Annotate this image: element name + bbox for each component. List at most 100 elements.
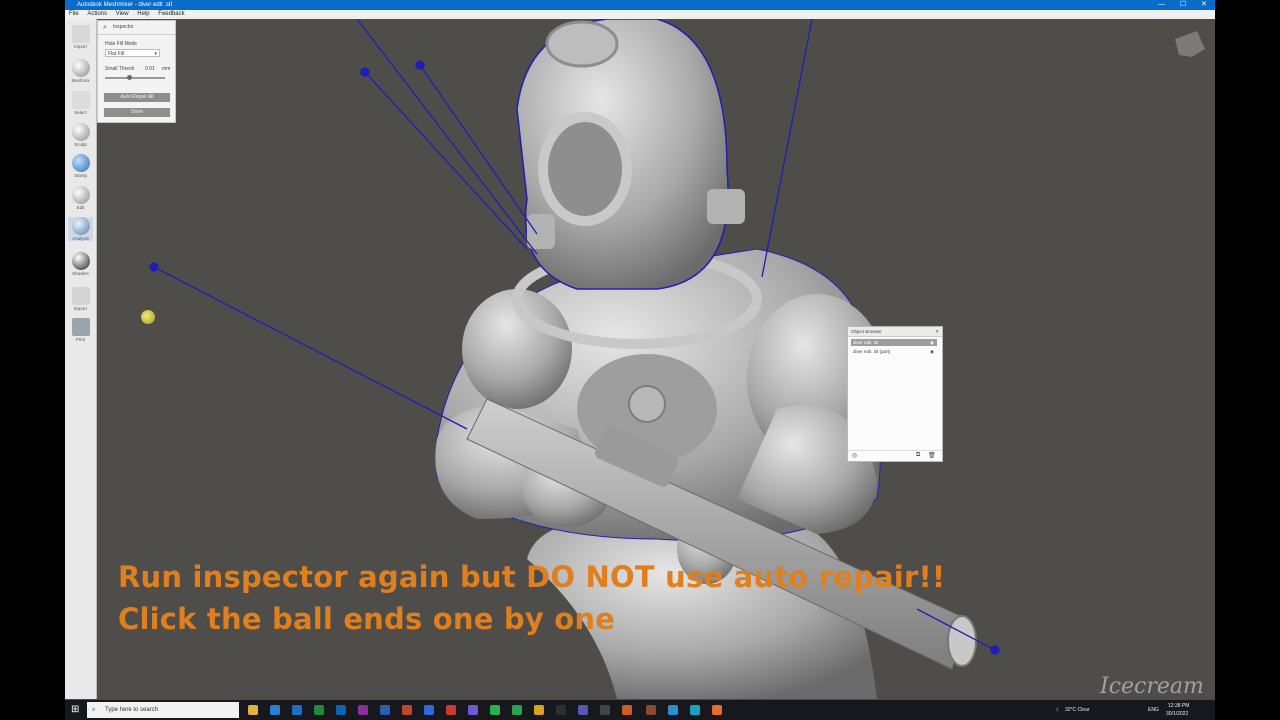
small-thresh-unit: mm <box>162 66 171 72</box>
hole-fill-value: Flat Fill <box>108 51 125 57</box>
tool-stamp[interactable]: Stamp <box>68 154 93 178</box>
duplicate-icon[interactable]: ⧉ <box>916 452 920 459</box>
onenote-icon[interactable] <box>358 705 368 715</box>
tool-analysis[interactable]: Analysis <box>68 217 93 241</box>
slides-icon[interactable] <box>622 705 632 715</box>
menu-feedback[interactable]: Feedback <box>158 11 184 17</box>
analysis-icon <box>71 217 90 235</box>
tool-label: Analysis <box>72 236 89 241</box>
language-indicator[interactable]: ENG <box>1148 700 1159 720</box>
object-browser-panel: Object Browser ✕ diver edit .stl ◉ diver… <box>847 326 943 462</box>
trash-icon[interactable]: 🗑 <box>928 452 936 459</box>
small-thresh-slider[interactable] <box>105 75 165 80</box>
menu-view[interactable]: View <box>116 11 129 17</box>
helmet-bolt-left <box>527 214 555 249</box>
word-icon[interactable] <box>380 705 390 715</box>
viber-icon[interactable] <box>468 705 478 715</box>
tool-label: Meshmix <box>71 78 90 83</box>
windows-taskbar: ⊞ ⌕ Type here to search ☾ 32°C Clear ENG… <box>65 700 1215 720</box>
helmet-window <box>538 112 632 226</box>
tool-sculpt[interactable]: Sculpt <box>68 123 93 147</box>
search-placeholder: Type here to search <box>105 707 159 713</box>
tool-shaders[interactable]: Shaders <box>68 252 93 276</box>
close-button[interactable]: ✕ <box>1201 0 1207 10</box>
inspector-panel: ⌕ Inspector Hole Fill Mode Flat Fill ▾ S… <box>97 20 176 123</box>
file-explorer-icon[interactable] <box>248 705 258 715</box>
powerpoint-icon[interactable] <box>402 705 412 715</box>
inspector-header: ⌕ Inspector <box>98 21 175 35</box>
tool-label: Shaders <box>72 271 89 276</box>
mouse-cursor-highlight <box>141 310 155 324</box>
mail-icon[interactable] <box>292 705 302 715</box>
diver-model-scene[interactable] <box>97 18 1215 699</box>
teams-icon[interactable] <box>578 705 588 715</box>
outlook-icon[interactable] <box>336 705 346 715</box>
eye-icon[interactable]: ◉ <box>930 348 934 355</box>
done-button[interactable]: Done <box>104 108 170 117</box>
ball-end-marker[interactable] <box>990 645 1000 655</box>
window-title: Autodesk Meshmixer - diver edit .stl <box>77 2 173 8</box>
menu-actions[interactable]: Actions <box>87 11 107 17</box>
tool-export[interactable]: Export <box>68 287 93 311</box>
dropbox-icon[interactable] <box>424 705 434 715</box>
settings-icon[interactable] <box>600 705 610 715</box>
tool-label: Stamp <box>73 173 87 178</box>
app-icon[interactable] <box>690 705 700 715</box>
taskbar-search-box[interactable]: ⌕ Type here to search <box>87 702 239 718</box>
edge-icon[interactable] <box>668 705 678 715</box>
hole-fill-select[interactable]: Flat Fill ▾ <box>105 49 160 57</box>
helmet-top-port <box>545 20 619 68</box>
ball-end-marker[interactable] <box>360 67 370 77</box>
object-item-2[interactable]: diver edit .stl (part) ◉ <box>851 348 937 355</box>
3d-viewport[interactable] <box>97 18 1215 699</box>
excel-icon[interactable] <box>314 705 324 715</box>
tool-label: Edit <box>76 205 85 210</box>
object-browser-header: Object Browser ✕ <box>848 327 942 337</box>
search-icon: ⌕ <box>92 707 96 713</box>
menu-file[interactable]: File <box>69 11 79 17</box>
slider-knob[interactable] <box>126 75 132 80</box>
ball-end-marker[interactable] <box>149 262 159 272</box>
small-thresh-value[interactable]: 0.01 <box>145 66 155 72</box>
ball-end-marker[interactable] <box>415 60 425 70</box>
menu-help[interactable]: Help <box>137 11 149 17</box>
menu-bar: File Actions View Help Feedback <box>65 10 1215 19</box>
minimize-button[interactable]: — <box>1158 0 1165 10</box>
tool-import[interactable]: Import <box>68 25 93 49</box>
tool-label: Export <box>73 306 87 311</box>
helmet-bolt-right <box>707 189 745 224</box>
maximize-button[interactable]: ☐ <box>1180 0 1186 10</box>
app-icon[interactable] <box>712 705 722 715</box>
weather-icon: ☾ <box>1056 707 1061 713</box>
tool-select[interactable]: Select <box>68 91 93 115</box>
tool-label: Import <box>74 44 87 49</box>
calendar-icon[interactable] <box>270 705 280 715</box>
print-icon <box>71 318 90 336</box>
tool-meshmix[interactable]: Meshmix <box>68 59 93 83</box>
caption-line-1: Run inspector again but DO NOT use auto … <box>118 560 946 594</box>
windows-start-icon[interactable]: ⊞ <box>71 704 79 715</box>
caption-line-2: Click the ball ends one by one <box>118 602 616 636</box>
tool-label: Print <box>75 337 86 342</box>
close-icon[interactable]: ✕ <box>935 327 939 336</box>
chest-valve <box>628 385 666 423</box>
tool-print[interactable]: Print <box>68 318 93 342</box>
chrome-icon[interactable] <box>534 705 544 715</box>
meshmixer-taskbar-icon[interactable] <box>646 705 656 715</box>
tool-edit[interactable]: Edit <box>68 186 93 210</box>
weather-text[interactable]: 32°C Clear <box>1065 700 1090 720</box>
export-icon <box>71 287 90 305</box>
meshmix-icon <box>71 59 90 77</box>
app-icon[interactable] <box>556 705 566 715</box>
object-item-1[interactable]: diver edit .stl ◉ <box>851 339 937 346</box>
tool-label: Sculpt <box>74 142 87 147</box>
hide-icon[interactable]: ◎ <box>852 452 857 459</box>
wechat-icon[interactable] <box>512 705 522 715</box>
object-browser-footer: ◎ ⧉ 🗑 <box>848 450 942 461</box>
view-cube[interactable] <box>1175 31 1205 57</box>
whatsapp-icon[interactable] <box>490 705 500 715</box>
eye-icon[interactable]: ◉ <box>930 339 934 346</box>
auto-repair-all-button[interactable]: Auto Repair All <box>104 93 170 102</box>
clock-date[interactable]: 30/1/2022 <box>1166 710 1188 719</box>
office-icon[interactable] <box>446 705 456 715</box>
